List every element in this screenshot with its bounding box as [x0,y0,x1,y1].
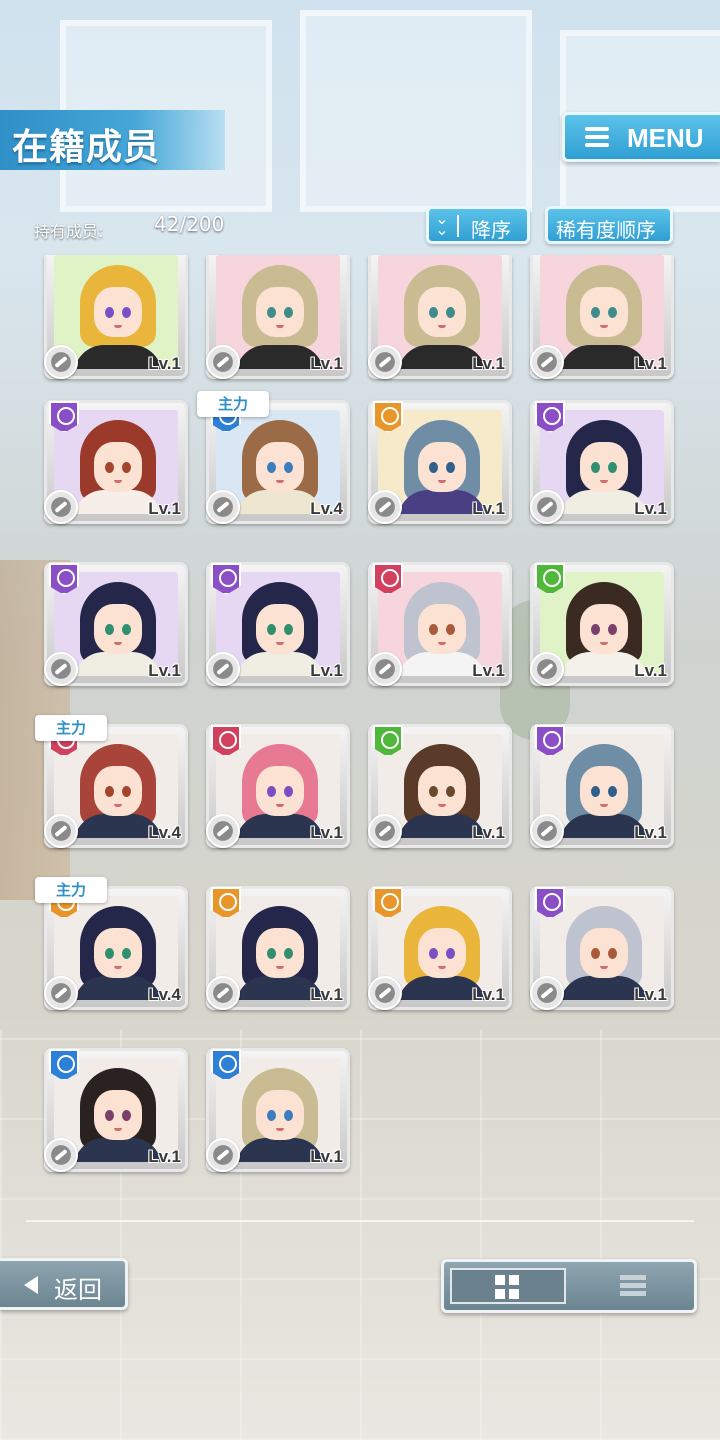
level-label: Lv.1 [472,499,505,518]
member-card[interactable]: Lv.1 [206,562,350,686]
weapon-type-icon [206,814,240,848]
weapon-type-icon [44,814,78,848]
level-label: Lv.4 [310,499,343,518]
back-label: 返回 [54,1276,102,1304]
weapon-type-icon [368,490,402,524]
level-label: Lv.1 [148,1147,181,1166]
back-arrow-icon [24,1276,38,1294]
weapon-type-icon [206,490,240,524]
weapon-type-icon [44,652,78,686]
weapon-type-icon [368,976,402,1010]
weapon-type-icon [530,345,564,379]
member-count-label: 持有成员: [34,222,104,241]
weapon-type-icon [368,814,402,848]
weapon-type-icon [368,345,402,379]
weapon-type-icon [530,652,564,686]
grid-view-button[interactable] [450,1268,566,1304]
level-label: Lv.1 [634,354,667,373]
level-label: Lv.4 [148,823,181,842]
sort-rarity-label: 稀有度顺序 [556,218,656,242]
level-label: Lv.1 [310,1147,343,1166]
level-label: Lv.1 [634,499,667,518]
level-label: Lv.1 [472,354,505,373]
level-label: Lv.1 [634,985,667,1004]
sort-order-label: 降序 [471,218,511,242]
level-label: Lv.1 [310,354,343,373]
level-label: Lv.1 [634,661,667,680]
weapon-type-icon [206,976,240,1010]
member-card[interactable]: Lv.4 主力 [35,715,188,848]
level-label: Lv.1 [148,354,181,373]
level-label: Lv.1 [634,823,667,842]
main-member-badge: 主力 [197,391,269,417]
member-card[interactable]: Lv.1 [44,255,188,379]
member-card[interactable]: Lv.4 主力 [35,877,188,1010]
member-card[interactable]: Lv.1 [368,400,512,524]
member-card[interactable]: Lv.1 [530,255,674,379]
level-label: Lv.1 [472,661,505,680]
sort-order-button[interactable]: ⌄ ⌄ 降序 [426,206,530,244]
level-label: Lv.1 [472,823,505,842]
sort-rarity-button[interactable]: 稀有度顺序 [545,206,673,244]
member-card[interactable]: Lv.1 [206,255,350,379]
member-card[interactable]: Lv.1 [368,255,512,379]
weapon-type-icon [44,1138,78,1172]
member-card[interactable]: Lv.1 [44,562,188,686]
chevron-down-icon: ⌄ ⌄ [435,209,449,239]
member-card[interactable]: Lv.1 [368,886,512,1010]
level-label: Lv.1 [148,499,181,518]
member-card[interactable]: Lv.1 [44,1048,188,1172]
main-member-badge: 主力 [35,715,107,741]
menu-button[interactable]: MENU [562,112,720,162]
weapon-type-icon [206,652,240,686]
level-label: Lv.1 [148,661,181,680]
weapon-type-icon [530,976,564,1010]
hamburger-icon [585,127,609,147]
level-label: Lv.4 [148,985,181,1004]
member-card[interactable]: Lv.4 主力 [197,391,350,524]
level-label: Lv.1 [310,823,343,842]
page-title: 在籍成员 [12,127,161,168]
weapon-type-icon [206,1138,240,1172]
member-card[interactable]: Lv.1 [530,400,674,524]
member-count-value: 42/200 [154,212,225,236]
member-card[interactable]: Lv.1 [206,886,350,1010]
divider [26,1220,694,1222]
level-label: Lv.1 [310,985,343,1004]
weapon-type-icon [44,976,78,1010]
level-label: Lv.1 [472,985,505,1004]
menu-label: MENU [627,123,704,153]
weapon-type-icon [368,652,402,686]
member-card[interactable]: Lv.1 [44,400,188,524]
member-card[interactable]: Lv.1 [530,886,674,1010]
weapon-type-icon [44,490,78,524]
weapon-type-icon [206,345,240,379]
level-label: Lv.1 [310,661,343,680]
member-card[interactable]: Lv.1 [530,724,674,848]
member-card[interactable]: Lv.1 [530,562,674,686]
main-member-badge: 主力 [35,877,107,903]
back-button[interactable]: 返回 [0,1258,128,1310]
view-toggle [441,1259,697,1313]
weapon-type-icon [44,345,78,379]
member-card[interactable]: Lv.1 [206,724,350,848]
list-view-button[interactable] [620,1275,646,1297]
member-card[interactable]: Lv.1 [368,562,512,686]
weapon-type-icon [530,490,564,524]
page-title-bar: 在籍成员 [0,110,225,170]
member-card[interactable]: Lv.1 [368,724,512,848]
weapon-type-icon [530,814,564,848]
separator [457,215,459,237]
list-icon [620,1275,646,1296]
member-card[interactable]: Lv.1 [206,1048,350,1172]
